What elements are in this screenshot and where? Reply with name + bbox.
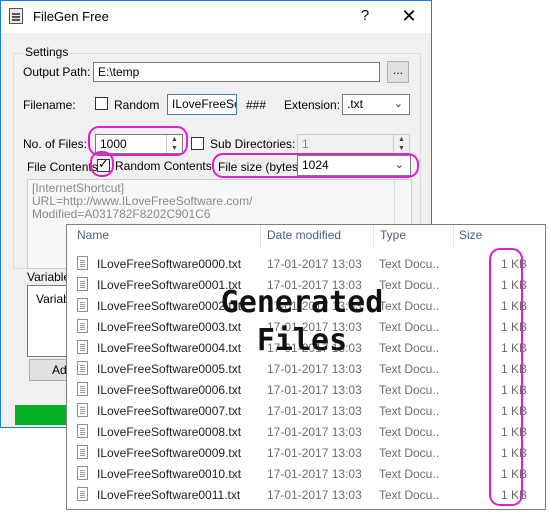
file-icon [77,466,88,480]
settings-group-label: Settings [23,45,71,59]
generated-files-overlay: Generated Files [202,284,402,360]
help-button[interactable]: ? [353,7,377,27]
explorer-file-list: Name Date modified Type Size ILoveFreeSo… [66,224,546,510]
filename-label: Filename: [23,98,76,112]
column-header-size[interactable]: Size [459,228,482,242]
random-filename-checkbox[interactable] [95,97,108,110]
filename-input[interactable]: ILoveFreeSof [167,94,237,115]
extension-select[interactable]: .txt ⌄ [342,94,410,115]
spin-up-icon[interactable]: ▲ [394,135,409,144]
file-name: ILoveFreeSoftware0000.txt [97,257,242,271]
file-name: ILoveFreeSoftware0005.txt [97,362,242,376]
column-header-date[interactable]: Date modified [267,228,341,242]
file-type: Text Docu... [379,362,439,376]
output-path-input[interactable]: E:\temp [93,62,380,82]
file-type: Text Docu... [379,488,439,502]
random-filename-label: Random [114,98,160,112]
file-icon [77,403,88,417]
file-name: ILoveFreeSoftware0011.txt [97,488,241,502]
close-button[interactable]: ✕ [397,6,421,28]
overlay-line-2: Files [256,323,348,358]
window-title: FileGen Free [33,9,109,24]
column-separator[interactable] [260,225,261,247]
app-icon [9,8,23,24]
file-icon [77,445,88,459]
highlight-file-size [212,153,419,178]
file-date: 17-01-2017 13:03 [267,383,362,397]
num-files-label: No. of Files: [23,137,88,151]
spin-down-icon[interactable]: ▼ [394,144,409,153]
file-contents-label: File Contents [27,160,98,174]
sub-directories-value: 1 [302,137,309,151]
file-date: 17-01-2017 13:03 [267,257,362,271]
file-icon [77,382,88,396]
sub-directories-spin[interactable]: ▲ ▼ [393,135,409,153]
file-icon [77,340,88,354]
file-name: ILoveFreeSoftware0010.txt [97,467,242,481]
file-name: ILoveFreeSoftware0007.txt [97,404,242,418]
column-header-name[interactable]: Name [77,228,109,242]
column-header-type[interactable]: Type [380,228,406,242]
file-type: Text Docu... [379,404,439,418]
file-date: 17-01-2017 13:03 [267,425,362,439]
file-icon [77,298,88,312]
file-date: 17-01-2017 13:03 [267,467,362,481]
file-row[interactable]: ILoveFreeSoftware0005.txt 17-01-2017 13:0… [77,358,537,379]
title-bar[interactable]: FileGen Free ? ✕ [1,1,431,33]
file-row[interactable]: ILoveFreeSoftware0009.txt 17-01-2017 13:0… [77,442,537,463]
file-row[interactable]: ILoveFreeSoftware0010.txt 17-01-2017 13:0… [77,463,537,484]
chevron-down-icon: ⌄ [393,98,403,110]
file-row[interactable]: ILoveFreeSoftware0008.txt 17-01-2017 13:0… [77,421,537,442]
file-date: 17-01-2017 13:03 [267,362,362,376]
column-separator[interactable] [373,225,374,247]
add-variable-button[interactable]: Add [29,359,73,381]
file-name: ILoveFreeSoftware0008.txt [97,425,242,439]
file-type: Text Docu... [379,383,439,397]
file-date: 17-01-2017 13:03 [267,488,362,502]
file-row[interactable]: ILoveFreeSoftware0006.txt 17-01-2017 13:0… [77,379,537,400]
browse-button[interactable]: ... [387,61,409,83]
sub-directories-checkbox[interactable] [191,137,204,150]
file-icon [77,361,88,375]
file-icon [77,277,88,291]
file-icon [77,487,88,501]
contents-line: Modified=A031782F8202C901C6 [32,207,211,221]
file-type: Text Docu... [379,425,439,439]
file-icon [77,424,88,438]
file-icon [77,319,88,333]
file-date: 17-01-2017 13:03 [267,404,362,418]
highlight-random-contents [90,151,114,177]
output-path-label: Output Path: [23,65,91,79]
file-date: 17-01-2017 13:03 [267,446,362,460]
file-name: ILoveFreeSoftware0009.txt [97,446,242,460]
file-row[interactable]: ILoveFreeSoftware0000.txt 17-01-2017 13:0… [77,253,537,274]
sub-directories-stepper[interactable]: 1 ▲ ▼ [297,134,410,154]
sub-directories-label: Sub Directories: [210,137,296,151]
file-type: Text Docu... [379,467,439,481]
file-icon [77,256,88,270]
highlight-size-column [489,248,523,506]
file-row[interactable]: ILoveFreeSoftware0007.txt 17-01-2017 13:0… [77,400,537,421]
overlay-line-1: Generated [220,285,384,320]
random-contents-label: Random Contents [115,159,212,173]
file-name: ILoveFreeSoftware0006.txt [97,383,242,397]
file-row[interactable]: ILoveFreeSoftware0011.txt 17-01-2017 13:0… [77,484,537,505]
file-type: Text Docu... [379,446,439,460]
hash-pattern-label: ### [246,98,267,112]
column-separator[interactable] [453,225,454,247]
extension-value: .txt [347,97,364,111]
file-type: Text Docu... [379,257,439,271]
extension-label: Extension: [284,98,341,112]
